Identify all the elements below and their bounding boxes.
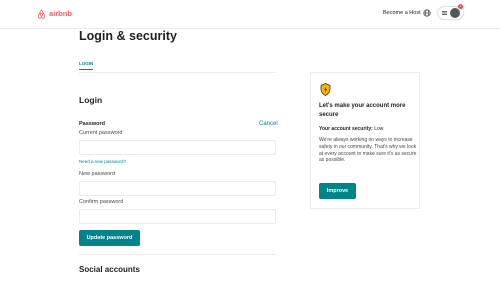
airbnb-logo[interactable]: airbnb [37,8,72,20]
shield-icon [320,83,331,96]
current-password-input[interactable] [79,140,276,155]
security-card-title: Let's make your account more secure [319,103,406,118]
need-new-password-link[interactable]: Need a new password? [79,159,126,164]
security-tip-card: Let's make your account more secure Your… [310,72,420,209]
current-password-label: Current password [79,130,123,136]
cancel-link[interactable]: Cancel [259,121,278,127]
security-card-description: We're always working on ways to increase… [319,137,417,164]
login-section-title: Login [79,95,103,105]
account-security-label: Your account security: [319,126,373,132]
become-a-host-link[interactable]: Become a Host [383,10,421,16]
top-navigation-bar: airbnb Become a Host 1 [0,0,500,29]
new-password-label: New password [79,171,116,177]
logo-text: airbnb [49,9,72,18]
confirm-password-label: Confirm password [79,199,124,205]
globe-icon[interactable] [423,9,431,17]
account-security-level: Low [374,126,384,132]
improve-button[interactable]: Improve [319,183,356,199]
tab-bar: LOGIN [79,59,276,73]
confirm-password-input[interactable] [79,209,276,224]
notification-badge: 1 [458,4,463,9]
tab-login[interactable]: LOGIN [79,61,94,70]
new-password-input[interactable] [79,181,276,196]
account-security-status: Your account security: Low [319,126,383,132]
social-accounts-title: Social accounts [79,265,140,274]
hamburger-menu-icon [442,11,447,15]
airbnb-logo-icon [37,9,46,19]
password-label: Password [79,121,105,127]
update-password-button[interactable]: Update password [79,230,140,246]
page-title: Login & security [79,29,177,43]
section-divider [79,254,276,255]
user-menu-button[interactable]: 1 [437,4,464,20]
avatar [450,8,460,18]
